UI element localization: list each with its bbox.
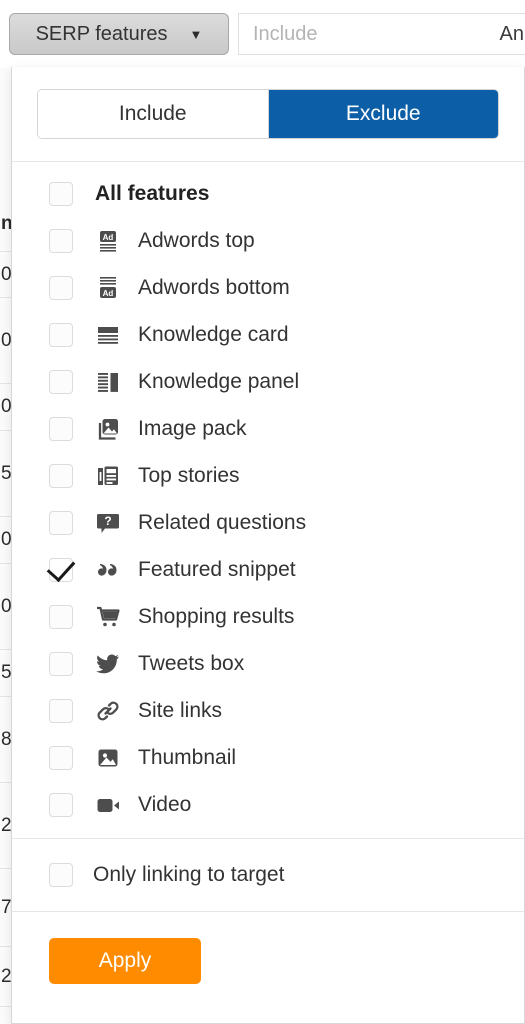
top-stories-icon bbox=[95, 463, 121, 489]
feature-label: Related questions bbox=[138, 510, 307, 534]
adwords-bottom-icon: Ad bbox=[95, 275, 121, 301]
chain-link-icon bbox=[95, 698, 121, 724]
feature-row-knowledge-panel[interactable]: Knowledge panel bbox=[12, 358, 524, 405]
feature-row-knowledge-card[interactable]: Knowledge card bbox=[12, 311, 524, 358]
feature-checkbox[interactable] bbox=[49, 463, 73, 488]
serp-features-dropdown-panel: Include Exclude All features Ad Adwords to… bbox=[11, 67, 525, 1024]
feature-row-site-links[interactable]: Site links bbox=[12, 687, 524, 734]
feature-checkbox[interactable] bbox=[49, 181, 73, 206]
caret-down-icon: ▼ bbox=[189, 26, 203, 42]
feature-row-adwords-top[interactable]: Ad Adwords top bbox=[12, 217, 524, 264]
svg-text:?: ? bbox=[104, 514, 111, 528]
knowledge-panel-icon bbox=[95, 369, 121, 395]
feature-label: Site links bbox=[138, 698, 223, 722]
keyword-include-placeholder: Include bbox=[253, 22, 318, 45]
quote-icon bbox=[95, 557, 121, 583]
serp-features-dropdown-label: SERP features bbox=[35, 22, 168, 45]
feature-checkbox[interactable] bbox=[49, 416, 73, 441]
toggle-spacer bbox=[12, 139, 524, 161]
related-questions-icon: ? bbox=[95, 510, 121, 536]
feature-checkbox[interactable] bbox=[49, 510, 73, 535]
video-camera-icon bbox=[95, 792, 121, 818]
feature-label: Thumbnail bbox=[138, 745, 237, 769]
feature-checkbox[interactable] bbox=[49, 698, 73, 723]
feature-row-image-pack[interactable]: Image pack bbox=[12, 405, 524, 452]
table-cell-value: 0 bbox=[1, 529, 12, 550]
only-linking-to-target-row[interactable]: Only linking to target bbox=[12, 839, 524, 911]
svg-text:Ad: Ad bbox=[103, 233, 114, 242]
feature-label: Top stories bbox=[138, 463, 240, 487]
feature-label: Adwords bottom bbox=[138, 275, 290, 299]
apply-footer: Apply bbox=[12, 912, 524, 984]
toggle-exclude-option[interactable]: Exclude bbox=[268, 90, 498, 138]
only-linking-label: Only linking to target bbox=[93, 863, 285, 886]
apply-button[interactable]: Apply bbox=[49, 938, 201, 984]
feature-label: Shopping results bbox=[138, 604, 295, 628]
feature-checkbox[interactable] bbox=[49, 369, 73, 394]
svg-text:Ad: Ad bbox=[103, 289, 114, 298]
feature-checkbox[interactable] bbox=[49, 745, 73, 770]
feature-checkbox[interactable] bbox=[49, 604, 73, 629]
feature-row-top-stories[interactable]: Top stories bbox=[12, 452, 524, 499]
include-exclude-toggle: Include Exclude bbox=[37, 89, 499, 139]
feature-label: Knowledge card bbox=[138, 322, 289, 346]
filter-bar: SERP features ▼ Include An bbox=[0, 0, 525, 68]
feature-label: Featured snippet bbox=[138, 557, 296, 581]
keyword-field-trailing-text: An bbox=[499, 22, 524, 45]
serp-features-dropdown-button[interactable]: SERP features ▼ bbox=[9, 13, 229, 55]
twitter-bird-icon bbox=[95, 651, 121, 677]
feature-row-video[interactable]: Video bbox=[12, 781, 524, 828]
adwords-top-icon: Ad bbox=[95, 228, 121, 254]
feature-checkbox[interactable] bbox=[49, 228, 73, 253]
shopping-cart-icon bbox=[95, 604, 121, 630]
feature-row-adwords-bottom[interactable]: Ad Adwords bottom bbox=[12, 264, 524, 311]
toggle-include-option[interactable]: Include bbox=[38, 90, 269, 138]
serp-feature-list: All features Ad Adwords top Ad Adwords botto… bbox=[12, 162, 524, 838]
thumbnail-icon bbox=[95, 745, 121, 771]
feature-checkbox[interactable] bbox=[49, 322, 73, 347]
feature-checkbox[interactable] bbox=[49, 651, 73, 676]
feature-row-shopping-results[interactable]: Shopping results bbox=[12, 593, 524, 640]
knowledge-card-icon bbox=[95, 322, 121, 348]
feature-label: Knowledge panel bbox=[138, 369, 300, 393]
keyword-include-input[interactable]: Include An bbox=[238, 13, 525, 55]
feature-label: All features bbox=[95, 181, 210, 205]
feature-checkbox[interactable] bbox=[49, 275, 73, 300]
image-pack-icon bbox=[95, 416, 121, 442]
feature-label: Image pack bbox=[138, 416, 247, 440]
feature-row-related-questions[interactable]: ? Related questions bbox=[12, 499, 524, 546]
feature-row-tweets-box[interactable]: Tweets box bbox=[12, 640, 524, 687]
feature-row-thumbnail[interactable]: Thumbnail bbox=[12, 734, 524, 781]
feature-label: Adwords top bbox=[138, 228, 255, 252]
feature-label: Tweets box bbox=[138, 651, 245, 675]
feature-row-featured-snippet[interactable]: Featured snippet bbox=[12, 546, 524, 593]
feature-row-all-features[interactable]: All features bbox=[12, 170, 524, 217]
feature-checkbox[interactable] bbox=[49, 557, 73, 582]
feature-checkbox[interactable] bbox=[49, 792, 73, 817]
feature-label: Video bbox=[138, 792, 192, 816]
only-linking-checkbox[interactable] bbox=[49, 863, 73, 887]
